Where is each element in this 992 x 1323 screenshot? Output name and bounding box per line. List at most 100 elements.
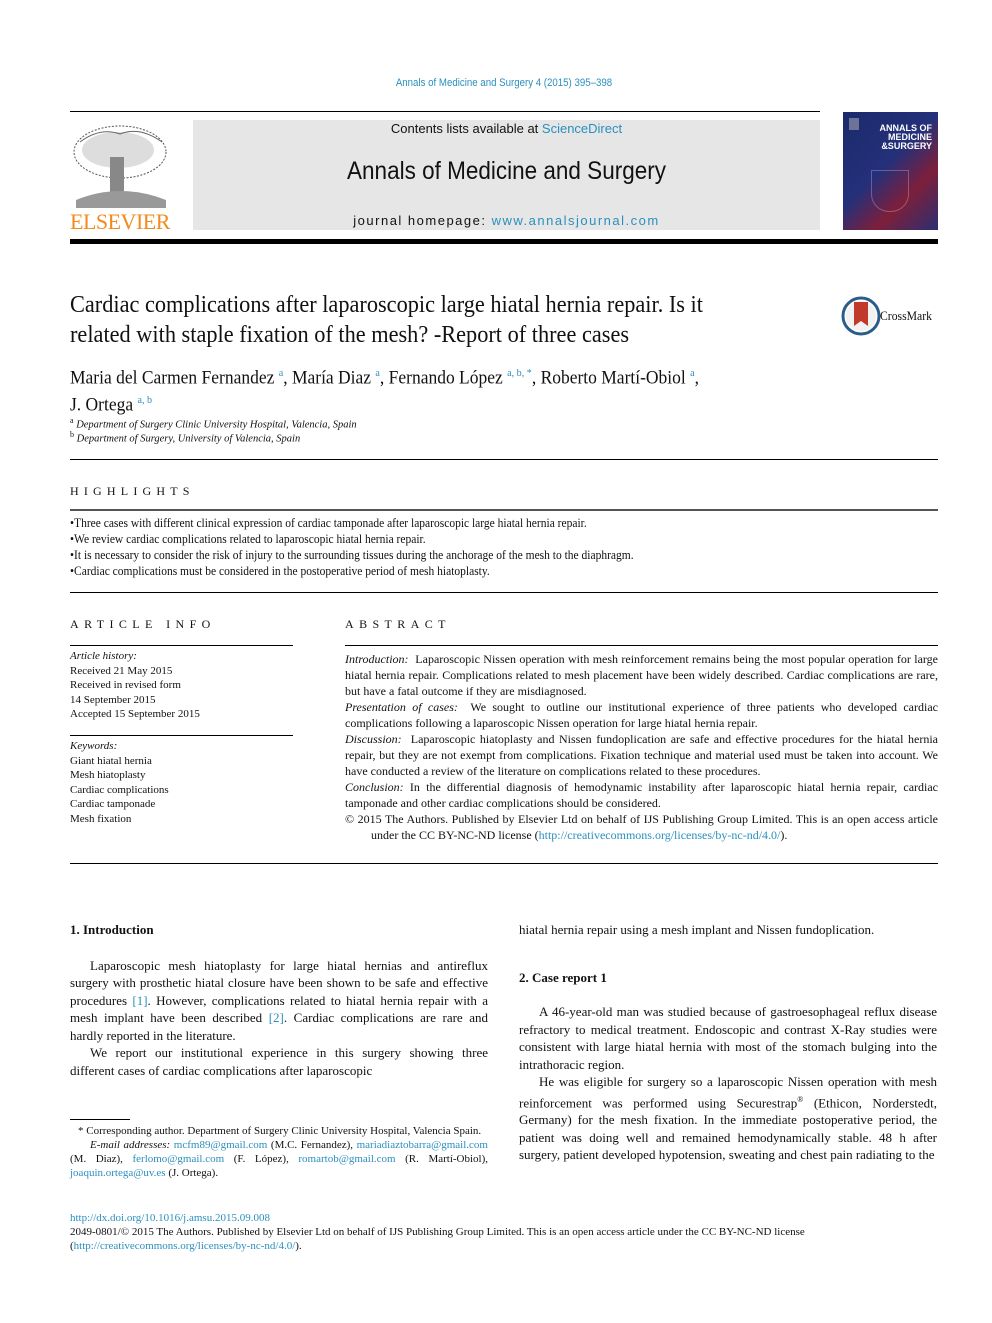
footnotes: * Corresponding author. Department of Su… xyxy=(70,1124,488,1180)
elsevier-logo-text: ELSEVIER xyxy=(70,209,170,234)
article-title: Cardiac complications after laparoscopic… xyxy=(70,290,777,350)
highlight-item: •We review cardiac complications related… xyxy=(70,532,426,546)
reference-link[interactable]: [2] xyxy=(269,1010,284,1025)
email-link[interactable]: romartob@gmail.com xyxy=(298,1153,395,1165)
license-link[interactable]: http://creativecommons.org/licenses/by-n… xyxy=(539,828,781,842)
author-affiliation-mark[interactable]: a xyxy=(279,367,283,379)
highlight-item: •Cardiac complications must be considere… xyxy=(70,564,490,578)
abstract-label: Discussion: xyxy=(345,732,402,746)
affiliation-text: Department of Surgery, University of Val… xyxy=(76,433,301,445)
highlight-text: Three cases with different clinical expr… xyxy=(74,516,587,530)
body-column-right: hiatal hernia repair using a mesh implan… xyxy=(519,921,937,1164)
affiliation-mark: b xyxy=(70,430,74,439)
doi-link[interactable]: http://dx.doi.org/10.1016/j.amsu.2015.09… xyxy=(70,1212,270,1224)
crossmark-icon[interactable] xyxy=(841,296,881,336)
keyword: Mesh hiatoplasty xyxy=(70,769,146,781)
keywords-label: Keywords: xyxy=(70,740,118,752)
abstract-label: Presentation of cases: xyxy=(345,700,458,714)
highlights-heading: HIGHLIGHTS xyxy=(70,484,195,498)
paragraph: hiatal hernia repair using a mesh implan… xyxy=(519,922,875,937)
section-heading: 1. Introduction xyxy=(70,922,154,937)
highlight-item: •Three cases with different clinical exp… xyxy=(70,516,587,530)
divider xyxy=(70,645,293,646)
divider xyxy=(70,735,293,736)
homepage-label: journal homepage: xyxy=(353,213,492,228)
keyword: Cardiac complications xyxy=(70,783,169,796)
author-affiliation-mark[interactable]: a, b xyxy=(137,394,152,406)
history-item: 14 September 2015 xyxy=(70,693,156,706)
email-label: E-mail addresses: xyxy=(90,1139,171,1151)
affiliation: a Department of Surgery Clinic Universit… xyxy=(70,416,357,431)
abstract-text: Laparoscopic hiatoplasty and Nissen fund… xyxy=(345,732,938,778)
email-link[interactable]: ferlomo@gmail.com xyxy=(132,1153,224,1165)
history-item: Received 21 May 2015 xyxy=(70,664,173,677)
author-name[interactable]: J. Ortega xyxy=(70,395,133,416)
title-line: Cardiac complications after laparoscopic… xyxy=(70,292,703,318)
abstract-text: Laparoscopic Nissen operation with mesh … xyxy=(345,652,938,698)
keyword: Giant hiatal hernia xyxy=(70,754,152,767)
cover-title-line: &SURGERY xyxy=(881,141,932,151)
article-info-heading: ARTICLE INFO xyxy=(70,617,216,631)
paragraph: A 46-year-old man was studied because of… xyxy=(519,1004,937,1072)
keyword: Mesh fixation xyxy=(70,812,132,825)
author-name[interactable]: Maria del Carmen Fernandez xyxy=(70,367,274,388)
paragraph: We report our institutional experience i… xyxy=(70,1045,488,1078)
history-label: Article history: xyxy=(70,650,137,662)
abstract-section: Presentation of cases: We sought to outl… xyxy=(345,699,938,731)
author-affiliation-mark[interactable]: a, b, * xyxy=(507,367,532,379)
highlights-list: •Three cases with different clinical exp… xyxy=(70,515,634,579)
email-link[interactable]: joaquin.ortega@uv.es xyxy=(70,1167,166,1179)
affiliation-text: Department of Surgery Clinic University … xyxy=(76,419,357,431)
crossmark-label[interactable]: CrossMark xyxy=(880,308,932,324)
abstract-text: In the differential diagnosis of hemodyn… xyxy=(345,780,938,810)
elsevier-tree-logo xyxy=(70,122,170,208)
author-name[interactable]: Roberto Martí-Obiol xyxy=(541,367,686,388)
author-name[interactable]: Fernando López xyxy=(389,367,503,388)
contents-line: Contents lists available at ScienceDirec… xyxy=(193,121,820,136)
highlight-text: We review cardiac complications related … xyxy=(74,532,426,546)
email-link[interactable]: mcfm89@gmail.com xyxy=(174,1139,268,1151)
copyright-end: ). xyxy=(780,828,788,842)
header-thick-rule xyxy=(70,239,938,244)
email-owner: (J. Ortega). xyxy=(165,1167,219,1179)
article-history: Article history: Received 21 May 2015 Re… xyxy=(70,649,200,722)
history-item: Received in revised form xyxy=(70,679,181,691)
author-affiliation-mark[interactable]: a xyxy=(375,367,379,379)
cover-title: ANNALS OF MEDICINE &SURGERY xyxy=(880,124,933,151)
divider xyxy=(70,863,938,864)
license-link[interactable]: http://creativecommons.org/licenses/by-n… xyxy=(74,1240,296,1252)
keyword: Cardiac tamponade xyxy=(70,798,156,810)
body-column-left: 1. Introduction Laparoscopic mesh hiatop… xyxy=(70,921,488,1079)
sciencedirect-link[interactable]: ScienceDirect xyxy=(542,121,622,136)
paragraph: He was eligible for surgery so a laparos… xyxy=(519,1073,937,1164)
abstract-label: Conclusion: xyxy=(345,780,404,794)
divider xyxy=(70,592,938,593)
page-footer: http://dx.doi.org/10.1016/j.amsu.2015.09… xyxy=(70,1211,938,1253)
journal-name: Annals of Medicine and Surgery xyxy=(347,157,666,185)
email-owner: (M. Diaz), xyxy=(70,1153,133,1165)
affiliation-mark: a xyxy=(70,416,74,425)
paragraph: Laparoscopic mesh hiatoplasty for large … xyxy=(70,957,488,1045)
highlight-text: It is necessary to consider the risk of … xyxy=(74,548,634,562)
abstract-label: Introduction: xyxy=(345,652,409,666)
highlight-text: Cardiac complications must be considered… xyxy=(74,564,490,578)
email-link[interactable]: mariadiaztobarra@gmail.com xyxy=(357,1139,488,1151)
abstract-section: Introduction: Laparoscopic Nissen operat… xyxy=(345,651,938,699)
abstract-heading: ABSTRACT xyxy=(345,617,451,631)
author-name[interactable]: María Diaz xyxy=(292,367,371,388)
journal-cover-image: ANNALS OF MEDICINE &SURGERY xyxy=(843,112,938,230)
affiliation: b Department of Surgery, University of V… xyxy=(70,430,300,445)
footnote-rule xyxy=(70,1119,130,1120)
author-affiliation-mark[interactable]: a xyxy=(690,367,694,379)
journal-citation: Annals of Medicine and Surgery 4 (2015) … xyxy=(395,77,613,89)
abstract-section: Discussion: Laparoscopic hiatoplasty and… xyxy=(345,731,938,779)
highlight-item: •It is necessary to consider the risk of… xyxy=(70,548,634,562)
author-list: Maria del Carmen Fernandez a, María Diaz… xyxy=(70,367,699,416)
history-item: Accepted 15 September 2015 xyxy=(70,708,200,720)
abstract-section: Conclusion: In the differential diagnosi… xyxy=(345,779,938,811)
email-owner: (M.C. Fernandez), xyxy=(267,1139,357,1151)
corresponding-author-note: * Corresponding author. Department of Su… xyxy=(78,1125,482,1137)
cover-crest-icon xyxy=(871,170,909,212)
reference-link[interactable]: [1] xyxy=(132,993,147,1008)
homepage-link[interactable]: www.annalsjournal.com xyxy=(492,213,660,228)
